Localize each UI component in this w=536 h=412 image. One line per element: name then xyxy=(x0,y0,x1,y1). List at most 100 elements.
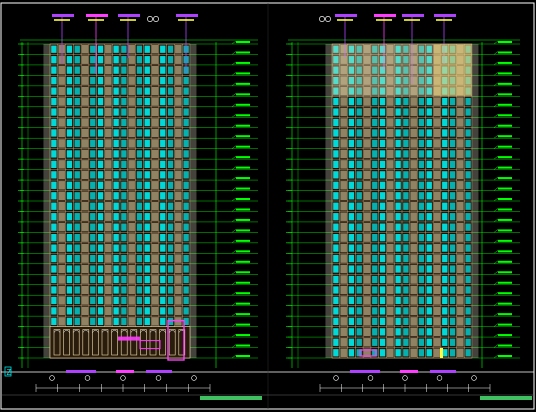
wall-panel xyxy=(340,264,347,274)
wall-panel xyxy=(151,160,159,169)
window-pane xyxy=(121,213,127,221)
window-pane xyxy=(160,77,166,85)
wall-panel xyxy=(105,149,112,159)
window-pane xyxy=(121,77,127,85)
wall-panel xyxy=(363,264,371,274)
level-tag xyxy=(498,61,512,64)
level-marker xyxy=(231,344,237,348)
wall-panel xyxy=(151,275,159,284)
window-pane xyxy=(403,150,409,158)
window-pane xyxy=(167,244,174,252)
window-pane xyxy=(372,150,378,158)
wall-panel xyxy=(151,264,159,274)
window-pane xyxy=(449,160,456,168)
window-pane xyxy=(121,150,127,158)
wall-panel xyxy=(363,317,371,326)
callout-subtag xyxy=(178,19,194,21)
window-pane xyxy=(395,150,401,158)
level-marker xyxy=(493,176,499,181)
window-pane xyxy=(136,118,143,127)
window-pane xyxy=(90,307,96,315)
window-pane xyxy=(183,77,189,85)
window-pane xyxy=(372,234,378,242)
wall-panel xyxy=(457,181,464,190)
window-pane xyxy=(90,171,96,179)
wall-panel xyxy=(58,107,65,117)
window-pane xyxy=(426,338,432,346)
window-pane xyxy=(74,307,80,315)
bottom-dimensions-left xyxy=(35,370,262,400)
window-pane xyxy=(465,97,471,106)
window-pane xyxy=(442,275,448,284)
window-pane xyxy=(465,118,471,127)
wall-panel xyxy=(58,76,65,85)
wall-panel xyxy=(151,191,159,200)
wall-panel xyxy=(81,202,89,211)
wall-panel xyxy=(151,222,159,232)
window-pane xyxy=(113,317,119,325)
level-marker xyxy=(493,114,499,118)
window-pane xyxy=(356,286,362,294)
wall-panel xyxy=(363,139,371,148)
window-pane xyxy=(372,139,378,148)
window-pane xyxy=(51,234,57,242)
window-pane xyxy=(418,317,425,325)
level-marker xyxy=(493,312,499,317)
window-pane xyxy=(465,349,471,357)
callout-subtag xyxy=(436,19,452,21)
window-pane xyxy=(74,87,80,95)
level-tag xyxy=(498,103,512,106)
level-marker xyxy=(231,208,237,212)
window-pane xyxy=(160,118,166,127)
window-pane xyxy=(160,244,166,252)
wall-panel xyxy=(457,191,464,200)
wall-panel xyxy=(363,128,371,138)
level-tag xyxy=(236,166,250,169)
window-pane xyxy=(121,129,127,137)
window-pane xyxy=(113,192,119,200)
wall-panel xyxy=(128,160,135,169)
window-pane xyxy=(74,139,80,148)
window-pane xyxy=(395,349,401,357)
window-pane xyxy=(90,108,96,116)
window-pane xyxy=(167,213,174,221)
window-pane xyxy=(97,171,104,179)
window-pane xyxy=(348,265,355,273)
scale-bar xyxy=(480,396,532,400)
wall-panel xyxy=(105,212,112,221)
level-marker xyxy=(231,260,237,264)
wall-panel xyxy=(457,118,464,127)
level-tag xyxy=(498,93,512,96)
window-pane xyxy=(167,108,174,116)
wall-panel xyxy=(151,45,159,54)
window-pane xyxy=(74,254,80,263)
wall-panel xyxy=(457,306,464,316)
wall-panel xyxy=(340,306,347,316)
window-pane xyxy=(395,97,401,106)
callout-subtag xyxy=(337,19,353,21)
window-pane xyxy=(136,265,143,273)
window-pane xyxy=(418,223,425,231)
wall-panel xyxy=(175,128,182,138)
window-pane xyxy=(426,234,432,242)
level-marker xyxy=(493,333,499,338)
window-pane xyxy=(379,181,386,189)
wall-panel xyxy=(433,306,441,316)
cad-drawing-viewport[interactable]: Z xyxy=(0,0,536,412)
wall-panel xyxy=(387,243,394,253)
window-pane xyxy=(465,150,471,158)
window-pane xyxy=(403,307,409,315)
window-pane xyxy=(418,108,425,116)
window-pane xyxy=(51,56,57,64)
wall-panel xyxy=(175,243,182,253)
wall-panel xyxy=(387,222,394,232)
window-pane xyxy=(136,87,143,95)
window-pane xyxy=(372,213,378,221)
window-pane xyxy=(379,192,386,200)
wall-panel xyxy=(58,222,65,232)
window-pane xyxy=(113,118,119,127)
level-marker xyxy=(493,302,499,306)
wall-panel xyxy=(58,139,65,148)
window-pane xyxy=(356,213,362,221)
window-pane xyxy=(144,87,150,95)
